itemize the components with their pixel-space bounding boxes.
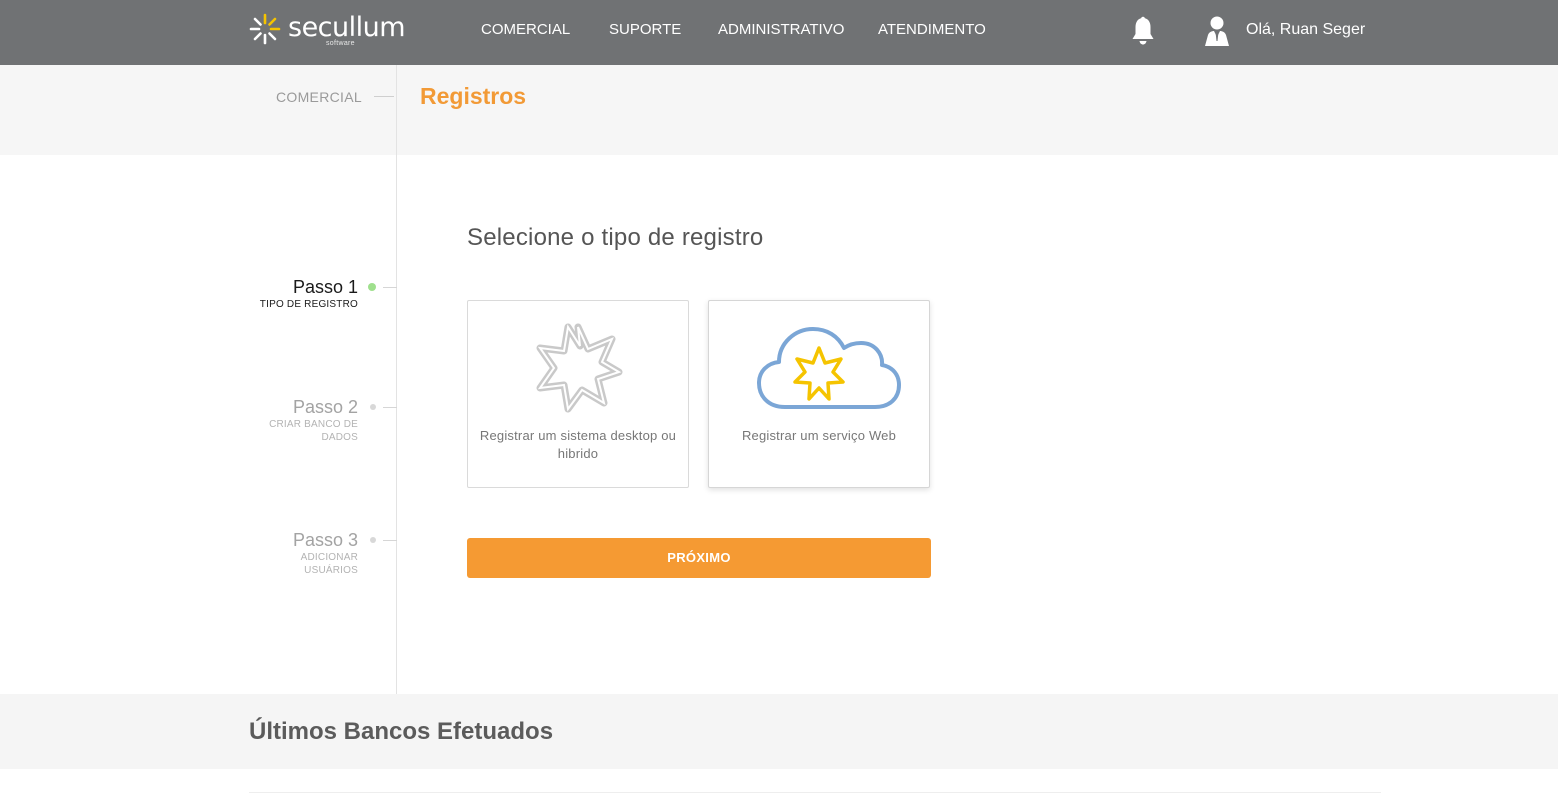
recent-section-header: Últimos Bancos Efetuados — [0, 694, 1558, 769]
bell-icon[interactable] — [1130, 16, 1156, 46]
recent-divider — [249, 792, 1381, 793]
nav-suporte[interactable]: SUPORTE — [609, 20, 681, 40]
step-1-dot — [368, 283, 376, 291]
recent-section-title: Últimos Bancos Efetuados — [249, 718, 554, 745]
step-1-tick — [383, 287, 397, 288]
secullum-star-icon — [536, 323, 623, 413]
step-2-dot — [370, 404, 376, 410]
step-subtitle: CRIAR BANCO DE DADOS — [269, 419, 358, 443]
step-2-tick — [383, 407, 397, 408]
top-navbar: secullum software COMERCIAL SUPORTE ADMI… — [0, 0, 1558, 65]
breadcrumb-divider — [374, 96, 394, 97]
user-icon[interactable] — [1202, 15, 1232, 47]
nav-administrativo[interactable]: ADMINISTRATIVO — [718, 20, 844, 40]
step-3-tick — [383, 540, 397, 541]
step-title: Passo 2 — [292, 397, 358, 417]
step-2: Passo 2 CRIAR BANCO DE DADOS — [258, 397, 358, 444]
breadcrumb-band: COMERCIAL Registros — [0, 65, 1558, 155]
option-web-label: Registrar um serviço Web — [741, 428, 897, 443]
cloud-star-icon — [757, 327, 901, 409]
secullum-logo[interactable]: secullum software — [248, 12, 406, 52]
steps-timeline-line — [396, 65, 397, 694]
brand-name: secullum — [288, 12, 406, 43]
option-desktop-label: Registrar um sistema desktop ou hibrido — [479, 428, 677, 461]
option-web-card[interactable]: Registrar um serviço Web — [708, 300, 930, 488]
step-3-dot — [370, 537, 376, 543]
nav-atendimento[interactable]: ATENDIMENTO — [878, 20, 986, 40]
step-title: Passo 3 — [292, 530, 358, 550]
option-desktop-card[interactable]: Registrar um sistema desktop ou hibrido — [467, 300, 689, 488]
step-title: Passo 1 — [292, 277, 358, 297]
brand-subtitle: software — [326, 40, 355, 47]
page-title: Registros — [420, 83, 527, 109]
user-greeting[interactable]: Olá, Ruan Seger — [1246, 20, 1365, 40]
nav-comercial[interactable]: COMERCIAL — [481, 20, 570, 40]
next-button[interactable]: PRÓXIMO — [467, 538, 931, 578]
secullum-logo-icon — [249, 13, 281, 45]
breadcrumb-parent[interactable]: COMERCIAL — [276, 89, 362, 105]
step-subtitle: TIPO DE REGISTRO — [259, 299, 358, 310]
step-subtitle: ADICIONAR USUÁRIOS — [300, 552, 358, 576]
step-3: Passo 3 ADICIONAR USUÁRIOS — [278, 530, 358, 577]
section-heading: Selecione o tipo de registro — [467, 224, 764, 251]
step-1: Passo 1 TIPO DE REGISTRO — [260, 277, 358, 311]
